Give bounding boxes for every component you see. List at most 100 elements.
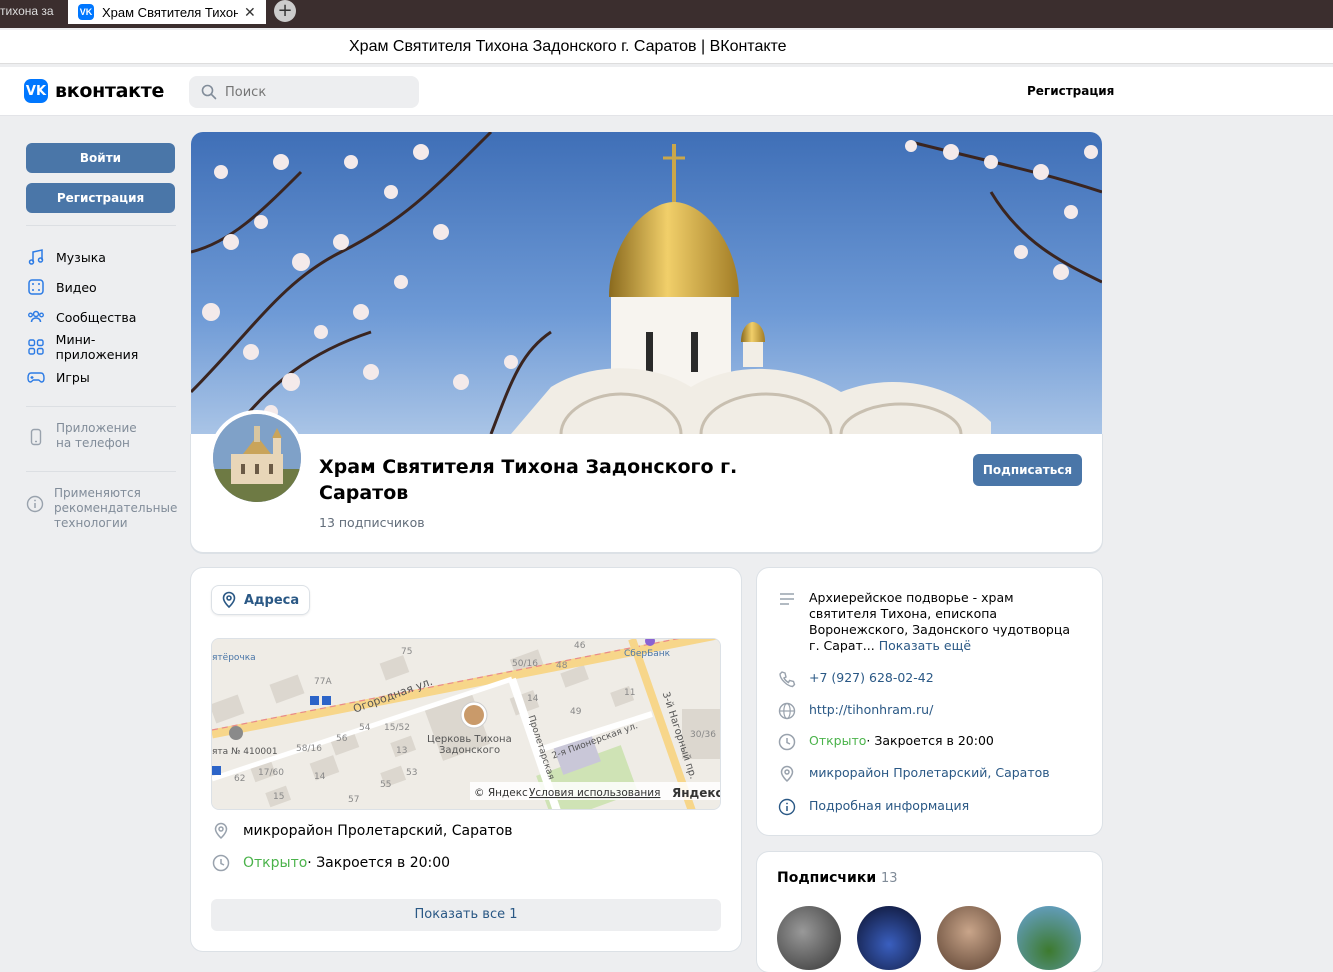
sidebar-item-mini-apps[interactable]: Мини-приложения [26,332,176,362]
close-tab-icon[interactable]: ✕ [244,4,256,21]
map-house-number: 75 [401,647,412,657]
map-house-number: 54 [359,723,371,733]
sidebar-divider [26,225,176,226]
map-place-label: Задонского [439,745,500,756]
header-register-link[interactable]: Регистрация [1027,84,1114,98]
map-place-label: Церковь Тихона [427,734,512,745]
register-button[interactable]: Регистрация [26,183,175,213]
tab-title: тихона за [0,4,54,18]
description-icon [777,590,797,608]
recommendations-label-line: рекомендательные [54,501,178,515]
website-row: http://tihonhram.ru/ [777,702,933,720]
window-titlebar: Храм Святителя Тихона Задонского г. Сара… [0,30,1333,64]
sidebar-item-recommendations[interactable]: Применяются рекомендательные технологии [26,486,178,536]
addresses-card: Адреса Огородная ул. Пролетарская 2-я Пи… [191,568,741,951]
clock-icon [777,733,797,751]
followers-count: 13 [881,871,898,886]
map-terms-link[interactable]: Условия использования [529,787,660,799]
sidebar-item-communities[interactable]: Сообщества [26,302,176,332]
closing-time: · Закроется в 20:00 [307,855,451,871]
communities-icon [26,307,46,327]
yandex-logo: Яндекс [672,786,721,800]
open-status: Открыто [809,733,867,748]
address-text: микрорайон Пролетарский, Саратов [243,823,513,839]
sidebar-item-label: Видео [56,279,97,295]
hours-row: Открыто · Закроется в 20:00 [211,854,450,872]
phone-icon [26,427,46,447]
sidebar-item-video[interactable]: Видео [26,272,176,302]
browser-tabbar: тихона за VK Храм Святителя Тихон ✕ + [0,0,1333,28]
follower-avatar[interactable] [937,906,1001,970]
map-house-number: 57 [348,795,359,805]
info-icon [777,798,797,816]
map-house-number: 11 [624,688,635,698]
map-house-number: 49 [570,707,582,717]
location-pin-icon [222,591,236,609]
show-all-addresses-button[interactable]: Показать все 1 [211,899,721,931]
followers-title-text: Подписчики [777,870,877,886]
followers-title[interactable]: Подписчики 13 [777,870,898,886]
search-box[interactable] [189,76,419,108]
address-link[interactable]: микрорайон Пролетарский, Саратов [809,765,1050,780]
map-house-number: 30/36 [690,730,716,740]
follower-avatar[interactable] [777,906,841,970]
window-title: Храм Святителя Тихона Задонского г. Сара… [349,38,787,55]
map-poi-label: ята № 410001 [212,747,278,757]
search-input[interactable] [225,84,405,100]
map-view[interactable]: Огородная ул. Пролетарская 2-я Пионерска… [211,638,721,810]
globe-icon [777,702,797,720]
sidebar-item-label: Мини-приложения [55,332,139,362]
mini-apps-icon [26,337,46,357]
location-pin-icon [777,765,797,783]
map-house-number: 62 [234,774,245,784]
details-link[interactable]: Подробная информация [809,798,969,813]
new-tab-button[interactable]: + [274,0,296,22]
followers-card: Подписчики 13 [757,852,1102,972]
info-icon [26,494,44,514]
browser-tab-inactive[interactable]: тихона за [0,0,66,24]
map-house-number: 50/16 [512,659,538,669]
map-house-number: 56 [336,734,348,744]
map-house-number: 14 [314,772,326,782]
mobile-app-label: Приложение на телефон [56,421,137,451]
open-status: Открыто [243,855,308,871]
map-house-number: 77А [314,677,332,687]
website-link[interactable]: http://tihonhram.ru/ [809,702,933,717]
sidebar-item-label: Игры [56,369,90,385]
follower-avatar[interactable] [857,906,921,970]
show-more-link[interactable]: Показать ещё [879,638,971,653]
sidebar-item-label: Сообщества [56,309,137,325]
games-icon [26,367,46,387]
search-icon [201,84,217,100]
group-name-line: Храм Святителя Тихона Задонского г. [319,456,738,478]
sidebar-item-games[interactable]: Игры [26,362,176,392]
address-row: микрорайон Пролетарский, Саратов [211,822,513,840]
follower-avatar[interactable] [1017,906,1081,970]
group-name-line: Саратов [319,482,409,504]
tab-title: Храм Святителя Тихон [102,4,238,20]
hours-row: Открыто · Закроется в 20:00 [777,733,994,751]
sidebar-item-music[interactable]: Музыка [26,242,176,272]
subscriber-count[interactable]: 13 подписчиков [319,515,425,530]
map-house-number: 46 [574,641,586,651]
browser-tab-active[interactable]: VK Храм Святителя Тихон ✕ [68,0,266,24]
recommendations-label-line: технологии [54,516,128,530]
map-house-number: 55 [380,780,391,790]
group-avatar[interactable] [209,410,305,506]
sidebar-item-mobile-app[interactable]: Приложение на телефон [26,421,176,457]
login-button[interactable]: Войти [26,143,175,173]
music-icon [26,247,46,267]
site-header: VK вконтакте Регистрация [0,67,1333,116]
sidebar-divider [26,406,176,407]
phone-link[interactable]: +7 (927) 628-02-42 [809,670,934,685]
sidebar-divider [26,471,176,472]
map-house-number: 53 [406,768,417,778]
map-house-number: 58/16 [296,744,322,754]
group-name: Храм Святителя Тихона Задонского г. Сара… [319,454,749,506]
subscribe-button[interactable]: Подписаться [973,454,1082,486]
addresses-chip-label: Адреса [244,592,300,608]
vk-logo[interactable]: VK вконтакте [24,79,164,103]
map-copyright: © Яндекс [474,787,528,799]
church-avatar-image [213,414,301,502]
addresses-chip[interactable]: Адреса [211,585,311,615]
